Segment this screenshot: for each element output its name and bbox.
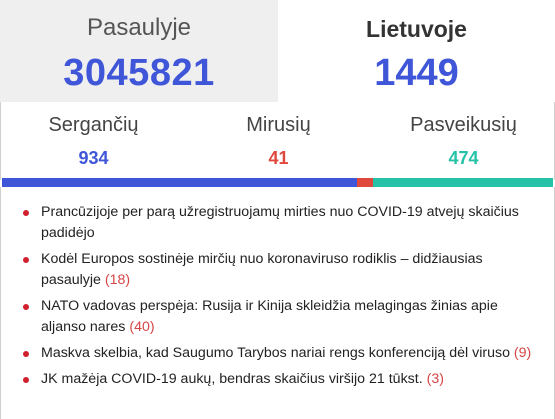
- bullet-icon: [23, 351, 29, 357]
- world-total: Pasaulyje 3045821: [0, 0, 278, 102]
- comment-count[interactable]: (18): [105, 272, 130, 288]
- world-label: Pasaulyje: [86, 14, 192, 41]
- comment-count[interactable]: (9): [514, 345, 531, 361]
- stat-recovered-label: Pasveikusių: [410, 114, 517, 136]
- bar-segment-dead: [357, 178, 373, 187]
- stat-sick-value: 934: [78, 148, 109, 168]
- news-link[interactable]: Prancūzijoje per parą užregistruojamų mi…: [41, 204, 519, 241]
- news-item[interactable]: Prancūzijoje per parą užregistruojamų mi…: [1, 202, 554, 244]
- covid-stats-widget: Pasaulyje 3045821 Lietuvoje 1449 Serganč…: [0, 0, 555, 419]
- news-item[interactable]: Kodėl Europos sostinėje mirčių nuo koron…: [1, 249, 554, 291]
- news-item[interactable]: Maskva skelbia, kad Saugumo Tarybos nari…: [1, 343, 554, 364]
- news-list-panel: Prancūzijoje per parą užregistruojamų mi…: [0, 187, 555, 419]
- bullet-icon: [23, 377, 29, 383]
- news-item[interactable]: JK mažėja COVID-19 aukų, bendras skaičiu…: [1, 369, 554, 390]
- stat-dead: Mirusių 41: [186, 102, 371, 180]
- stat-dead-value: 41: [268, 148, 289, 168]
- stat-sick: Sergančių 934: [1, 102, 186, 180]
- bullet-icon: [23, 210, 29, 216]
- stat-sick-label: Sergančių: [48, 114, 139, 136]
- news-link[interactable]: JK mažėja COVID-19 aukų, bendras skaičiu…: [41, 371, 423, 387]
- comment-count[interactable]: (3): [427, 371, 444, 387]
- news-link[interactable]: NATO vadovas perspėja: Rusija ir Kinija …: [41, 298, 498, 335]
- bar-segment-sick: [2, 178, 358, 187]
- totals-panel: Pasaulyje 3045821 Lietuvoje 1449: [0, 0, 555, 108]
- bullet-icon: [23, 257, 29, 263]
- lithuania-total: Lietuvoje 1449: [278, 0, 555, 108]
- stat-dead-label: Mirusių: [246, 114, 311, 136]
- news-item[interactable]: NATO vadovas perspėja: Rusija ir Kinija …: [1, 296, 554, 338]
- stat-recovered: Pasveikusių 474: [371, 102, 555, 180]
- stat-recovered-value: 474: [448, 148, 479, 168]
- proportion-bar: [2, 178, 553, 187]
- breakdown-stats: Sergančių 934 Mirusių 41 Pasveikusių 474: [0, 102, 555, 180]
- news-link[interactable]: Maskva skelbia, kad Saugumo Tarybos nari…: [41, 345, 510, 361]
- lithuania-count: 1449: [374, 52, 459, 94]
- bullet-icon: [23, 304, 29, 310]
- lithuania-label: Lietuvoje: [366, 16, 467, 42]
- world-count: 3045821: [63, 52, 215, 94]
- comment-count[interactable]: (40): [129, 319, 154, 335]
- news-list: Prancūzijoje per parą užregistruojamų mi…: [1, 187, 554, 390]
- bar-segment-recovered: [372, 178, 553, 187]
